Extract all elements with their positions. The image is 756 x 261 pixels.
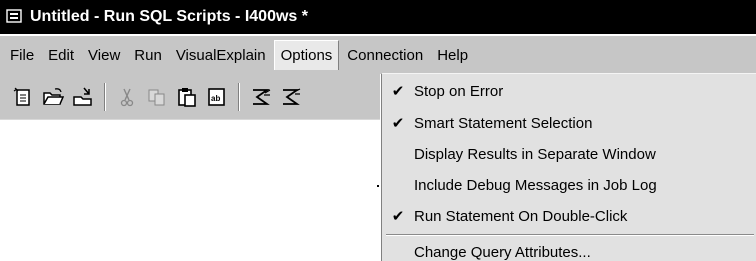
menu-option-label: Smart Statement Selection (414, 114, 593, 132)
svg-text:ab: ab (211, 94, 220, 103)
menu-option-label: Display Results in Separate Window (414, 145, 656, 163)
menu-option-label: Include Debug Messages in Job Log (414, 176, 657, 194)
title-bar: Untitled - Run SQL Scripts - I400ws * (0, 0, 756, 34)
menu-help-label: Help (437, 46, 469, 64)
menu-separator (386, 234, 754, 236)
checkmark-icon: ✔ (391, 115, 405, 132)
menu-edit-label: Edit (48, 46, 75, 64)
menu-option-display-results-separate-window[interactable]: Display Results in Separate Window (382, 139, 756, 169)
toolbar: ab (0, 74, 380, 120)
menu-option-label: Stop on Error (414, 82, 504, 100)
checkmark-icon: ✔ (391, 83, 405, 100)
menu-view[interactable]: View (82, 40, 126, 70)
menu-option-label: Change Query Attributes... (414, 243, 591, 261)
menu-option-run-statement-double-click[interactable]: ✔ Run Statement On Double-Click (382, 201, 756, 231)
toolbar-separator (238, 82, 240, 111)
options-dropdown-menu: ✔ Stop on Error ✔ Smart Statement Select… (381, 73, 756, 261)
checkmark-icon: ✔ (391, 208, 405, 225)
open-icon[interactable] (40, 84, 66, 110)
menu-option-change-query-attributes[interactable]: Change Query Attributes... (382, 237, 756, 261)
menu-options[interactable]: Options (273, 40, 340, 70)
menu-option-smart-statement-selection[interactable]: ✔ Smart Statement Selection (382, 108, 756, 138)
menu-run-label: Run (134, 46, 162, 64)
menu-help[interactable]: Help (431, 40, 474, 70)
menu-connection[interactable]: Connection (341, 40, 429, 70)
menu-file-label: File (10, 46, 35, 64)
menu-view-label: View (88, 46, 121, 64)
toolbar-separator (104, 82, 106, 111)
menu-visualexplain-label: VisualExplain (175, 46, 266, 64)
menu-connection-label: Connection (347, 46, 424, 64)
save-icon[interactable] (70, 84, 96, 110)
find-icon[interactable]: ab (204, 84, 230, 110)
menu-bar: File Edit View Run VisualExplain Options… (0, 36, 756, 74)
editor-cursor-mark (377, 185, 379, 187)
window-title: Untitled - Run SQL Scripts - I400ws * (30, 8, 308, 25)
menu-options-label: Options (280, 47, 333, 64)
menu-option-label: Run Statement On Double-Click (414, 207, 628, 225)
menu-file[interactable]: File (4, 40, 40, 70)
menu-visualexplain[interactable]: VisualExplain (170, 40, 272, 70)
copy-icon[interactable] (144, 84, 170, 110)
menu-edit[interactable]: Edit (42, 40, 80, 70)
menu-option-include-debug-messages[interactable]: Include Debug Messages in Job Log (382, 170, 756, 200)
app-icon[interactable] (6, 8, 24, 26)
new-icon[interactable] (10, 84, 36, 110)
menu-option-stop-on-error[interactable]: ✔ Stop on Error (382, 76, 756, 106)
menu-run[interactable]: Run (128, 40, 168, 70)
paste-icon[interactable] (174, 84, 200, 110)
run-selected-icon[interactable] (278, 84, 304, 110)
cut-icon[interactable] (114, 84, 140, 110)
run-all-icon[interactable] (248, 84, 274, 110)
